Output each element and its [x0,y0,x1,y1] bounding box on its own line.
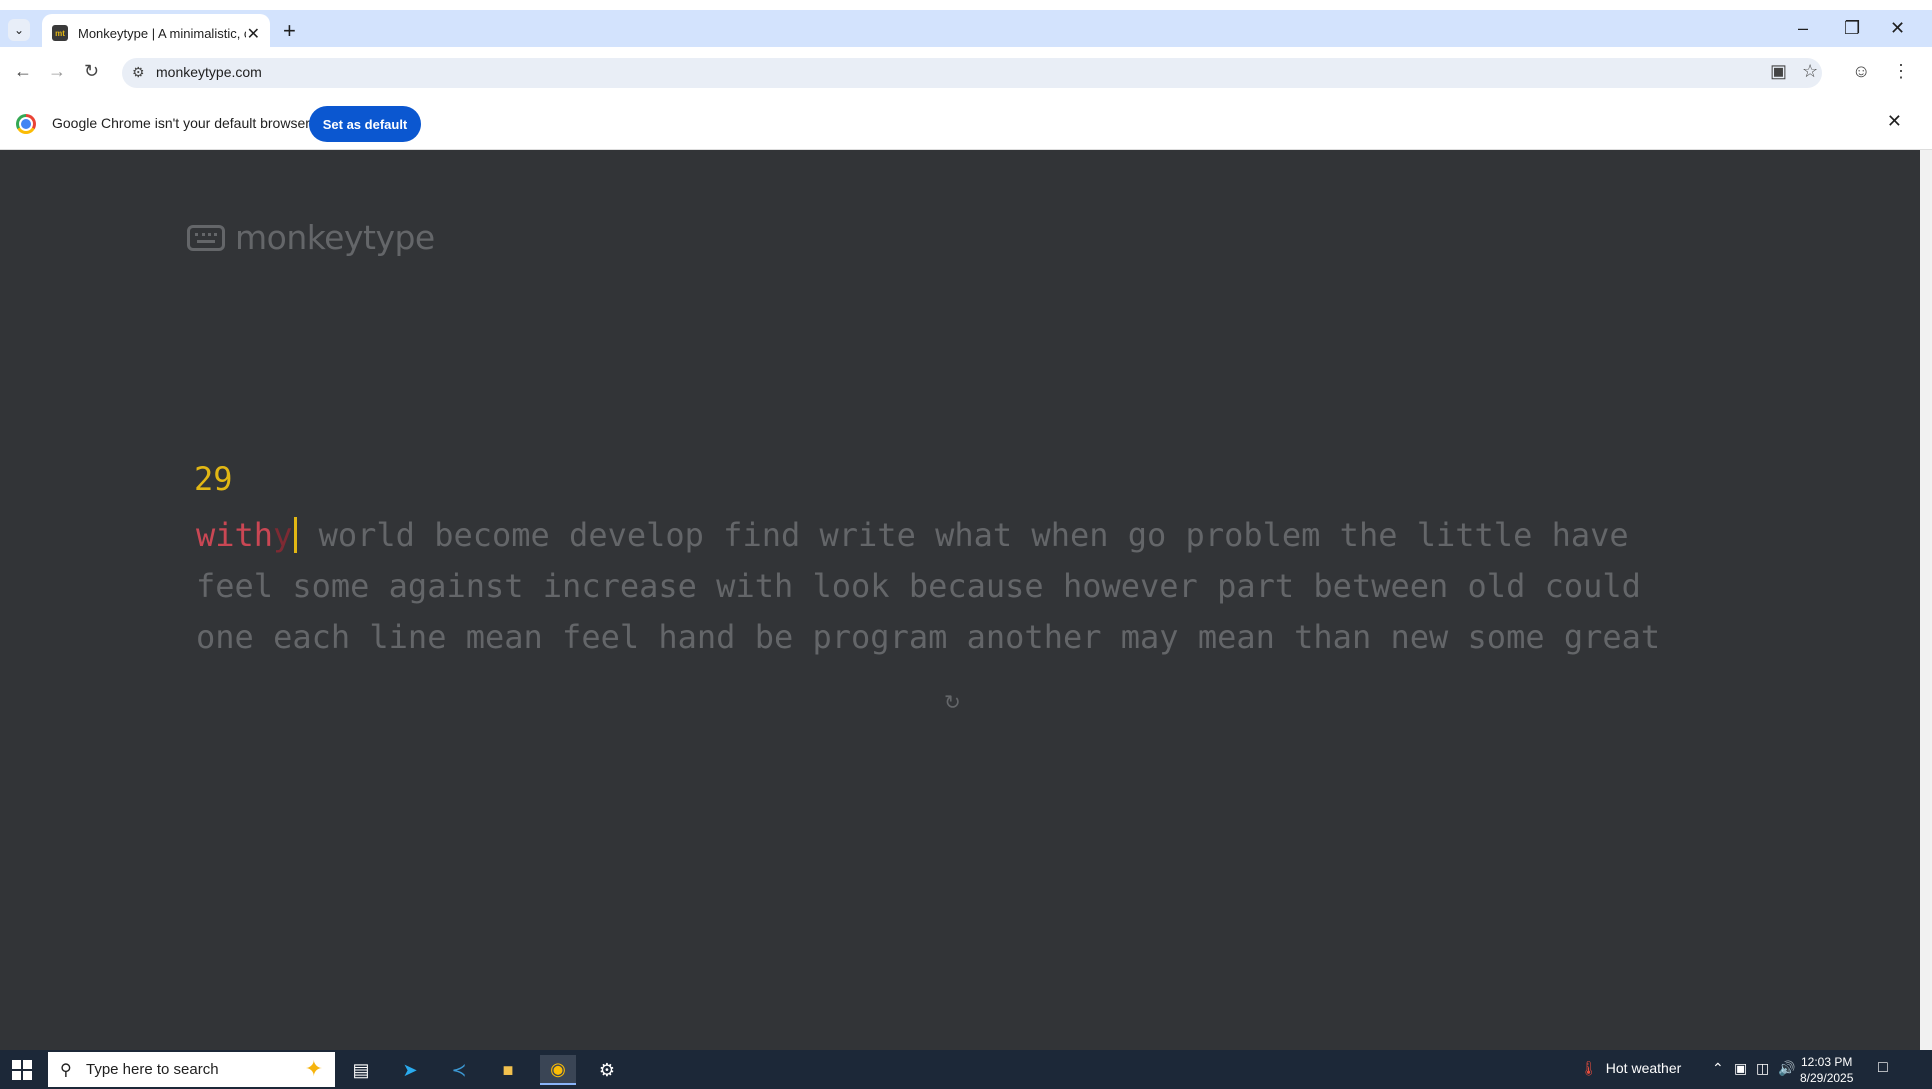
show-hidden-icons-icon[interactable]: ⌃ [1712,1060,1724,1077]
minimize-icon[interactable]: – [1798,18,1808,39]
monkeytype-page: monkeytype 29 withy world become develop… [0,150,1920,1050]
page-scrollbar[interactable] [1920,150,1932,1050]
chrome-logo-icon [16,114,36,134]
word-line-3: one each line mean feel hand be program … [196,618,1661,656]
logo-text: monkeytype [235,218,435,257]
chevron-down-icon: ⌄ [13,23,25,37]
upcoming-words-line-1: world become develop find write what whe… [318,516,1629,554]
clock-time: 12:03 PM [1801,1055,1853,1069]
sparkle-icon: ✦ [304,1056,323,1081]
telegram-icon[interactable]: ➤ [392,1055,428,1085]
typed-word: with [196,516,274,554]
word-counter: 29 [194,460,233,498]
bookmark-star-icon[interactable]: ☆ [1802,61,1818,82]
monkeytype-favicon-icon: mt [52,25,68,41]
restart-test-icon[interactable]: ↻ [944,690,961,715]
windows-taskbar: ⚲ Type here to search ✦ ▤ ➤ ≺ ■ ◉ ⚙ 🌡 Hot… [0,1050,1932,1089]
volume-icon[interactable]: 🔊 [1778,1060,1795,1077]
install-app-icon[interactable]: ▣ [1770,61,1787,82]
chrome-taskbar-icon[interactable]: ◉ [540,1055,576,1085]
tab-search-button[interactable]: ⌄ [8,19,30,41]
infobar-close-icon[interactable]: ✕ [1887,111,1902,132]
taskbar-clock[interactable]: 12:03 PM 8/29/2025 [1800,1054,1853,1086]
typing-caret [294,517,298,553]
site-info-icon[interactable]: ⚙ [132,64,145,81]
infobar-message: Google Chrome isn't your default browser [52,115,310,131]
monkeytype-logo[interactable]: monkeytype [187,218,435,257]
window-close-icon[interactable]: ✕ [1890,18,1905,39]
new-tab-button[interactable]: + [283,18,296,44]
restore-icon[interactable]: ❐ [1844,18,1860,39]
file-explorer-icon[interactable]: ■ [490,1055,526,1085]
typed-extra-letters: y [273,516,293,554]
keyboard-logo-icon [187,224,225,251]
weather-text: Hot weather [1605,1060,1682,1076]
word-line-2: feel some against increase with look bec… [196,567,1641,605]
back-arrow-icon[interactable]: ← [14,61,32,82]
address-bar[interactable]: ⚙ monkeytype.com [122,58,1822,88]
taskbar-search-placeholder: Type here to search [86,1061,219,1078]
tab-title: Monkeytype | A minimalistic, cu [78,25,246,41]
clock-date: 8/29/2025 [1800,1071,1854,1085]
weather-widget[interactable]: 🌡 Hot weather [1580,1060,1681,1077]
thermometer-icon: 🌡 [1580,1060,1598,1076]
vscode-icon[interactable]: ≺ [441,1055,477,1085]
screen: ⌄ mt Monkeytype | A minimalistic, cu ✕ +… [0,0,1932,1089]
tab-close-icon[interactable]: ✕ [247,24,260,44]
forward-arrow-icon[interactable]: → [48,61,66,82]
menu-kebab-icon[interactable]: ⋮ [1892,61,1910,82]
profile-icon[interactable]: ☺ [1852,61,1870,82]
word-line-1: withy world become develop find write wh… [196,510,1716,561]
taskbar-search-box[interactable]: ⚲ Type here to search ✦ [48,1052,335,1087]
set-as-default-button[interactable]: Set as default [309,106,421,142]
tab-strip: ⌄ mt Monkeytype | A minimalistic, cu ✕ +… [0,0,1932,52]
search-icon: ⚲ [60,1062,72,1079]
url-text[interactable]: monkeytype.com [156,64,262,80]
windows-start-icon[interactable] [12,1060,32,1080]
notification-center-icon[interactable]: □ [1878,1059,1888,1077]
task-view-icon[interactable]: ▤ [343,1055,379,1085]
default-browser-infobar: Google Chrome isn't your default browser… [0,97,1932,150]
browser-toolbar: ← → ↻ ⚙ monkeytype.com ▣ ☆ ☺ ⋮ [0,47,1932,97]
steam-icon[interactable]: ⚙ [589,1055,625,1085]
meet-now-icon[interactable]: ▣ [1734,1060,1747,1077]
network-icon[interactable]: ◫ [1756,1060,1769,1077]
reload-icon[interactable]: ↻ [84,61,99,82]
words-area[interactable]: withy world become develop find write wh… [196,510,1716,663]
